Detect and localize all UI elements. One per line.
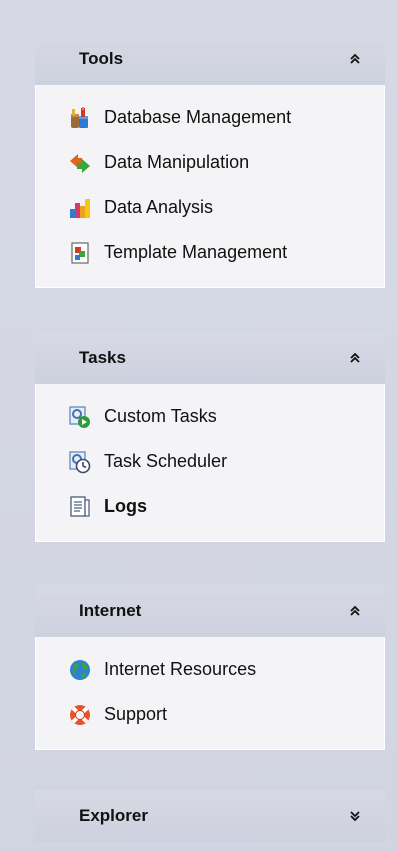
custom-tasks-icon [69, 405, 90, 428]
internet-resources-item[interactable]: Internet Resources [36, 647, 384, 692]
tools-group-title: Tools [79, 49, 124, 68]
explorer-group-title: Explorer [79, 806, 148, 825]
support-label: Support [104, 704, 168, 724]
tools-group-header[interactable]: Tools [35, 33, 385, 85]
tasks-group-body: Custom Tasks Task Scheduler Logs [35, 384, 385, 542]
internet-group: Internet Internet Resources Support [35, 585, 385, 750]
support-item[interactable]: Support [36, 692, 384, 737]
data-analysis-icon [70, 198, 90, 218]
template-management-icon [71, 241, 89, 264]
data-manipulation-item[interactable]: Data Manipulation [36, 140, 384, 185]
chevron-double-up-icon[interactable] [347, 603, 363, 619]
tasks-group: Tasks Custom Tasks Task Scheduler Logs [35, 332, 385, 542]
chevron-double-up-icon[interactable] [347, 51, 363, 67]
tasks-group-title: Tasks [79, 348, 126, 367]
custom-tasks-item[interactable]: Custom Tasks [36, 394, 384, 439]
internet-group-header[interactable]: Internet [35, 585, 385, 637]
internet-resources-label: Internet Resources [104, 659, 257, 679]
template-management-item[interactable]: Template Management [36, 230, 384, 275]
tasks-group-header[interactable]: Tasks [35, 332, 385, 384]
data-manipulation-label: Data Manipulation [104, 152, 250, 172]
task-scheduler-icon [69, 450, 91, 473]
data-analysis-item[interactable]: Data Analysis [36, 185, 384, 230]
data-analysis-label: Data Analysis [104, 197, 214, 217]
task-scheduler-label: Task Scheduler [104, 451, 228, 471]
internet-group-title: Internet [79, 601, 142, 620]
database-management-icon [71, 106, 88, 128]
tools-group: Tools Database Management Data Manipulat… [35, 33, 385, 288]
globe-icon [70, 659, 90, 680]
custom-tasks-label: Custom Tasks [104, 406, 217, 426]
database-management-item[interactable]: Database Management [36, 95, 384, 140]
logs-item[interactable]: Logs [36, 484, 384, 529]
explorer-group: Explorer [35, 790, 385, 842]
chevron-double-down-icon[interactable] [347, 808, 363, 824]
task-scheduler-item[interactable]: Task Scheduler [36, 439, 384, 484]
explorer-group-header[interactable]: Explorer [35, 790, 385, 842]
logs-label: Logs [104, 496, 147, 516]
tools-group-body: Database Management Data Manipulation Da… [35, 85, 385, 288]
logs-icon [70, 495, 90, 517]
navigation-sidebar: Tools Database Management Data Manipulat… [0, 0, 397, 852]
chevron-double-up-icon[interactable] [347, 350, 363, 366]
data-manipulation-icon [70, 153, 90, 173]
lifebuoy-icon [70, 704, 90, 725]
template-management-label: Template Management [104, 242, 288, 262]
internet-group-body: Internet Resources Support [35, 637, 385, 750]
database-management-label: Database Management [104, 107, 292, 127]
